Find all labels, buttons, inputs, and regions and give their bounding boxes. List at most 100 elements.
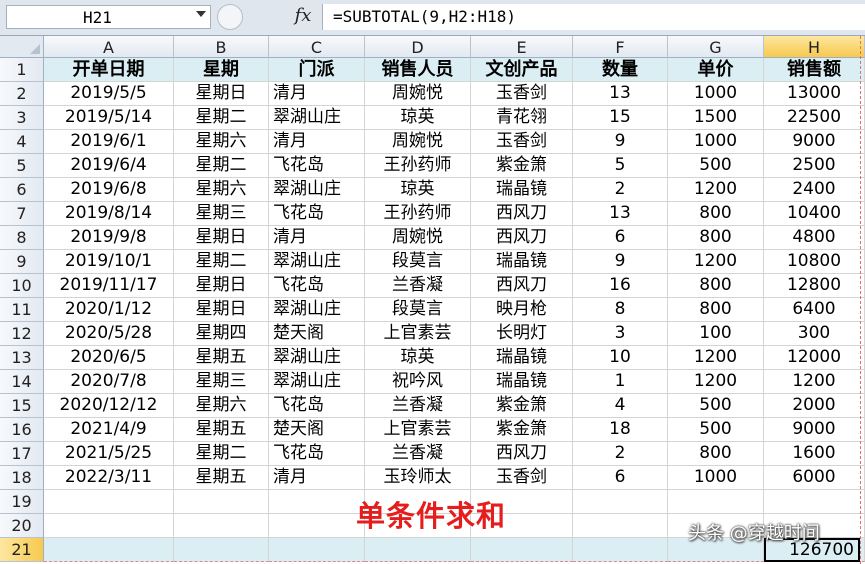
data-cell[interactable]: 2020/12/12	[44, 394, 174, 418]
data-cell[interactable]: 星期日	[174, 82, 269, 106]
cell[interactable]	[174, 490, 269, 514]
column-header-c[interactable]: C	[269, 36, 365, 58]
data-cell[interactable]: 飞花岛	[269, 154, 365, 178]
header-cell[interactable]: 单价	[668, 58, 764, 82]
header-cell[interactable]: 文创产品	[471, 58, 573, 82]
data-cell[interactable]: 星期日	[174, 226, 269, 250]
data-cell[interactable]: 18	[573, 418, 668, 442]
data-cell[interactable]: 清月	[269, 82, 365, 106]
row-header[interactable]: 9	[0, 250, 44, 274]
data-cell[interactable]: 段莫言	[365, 250, 471, 274]
chevron-down-icon[interactable]	[196, 11, 206, 17]
data-cell[interactable]: 2019/6/8	[44, 178, 174, 202]
data-cell[interactable]: 2019/6/4	[44, 154, 174, 178]
data-cell[interactable]: 2019/11/17	[44, 274, 174, 298]
data-cell[interactable]: 2020/7/8	[44, 370, 174, 394]
data-cell[interactable]: 星期日	[174, 298, 269, 322]
cell[interactable]	[573, 490, 668, 514]
data-cell[interactable]: 星期三	[174, 370, 269, 394]
data-cell[interactable]: 星期六	[174, 178, 269, 202]
column-header-g[interactable]: G	[668, 36, 764, 58]
data-cell[interactable]: 9	[573, 250, 668, 274]
cell[interactable]	[44, 514, 174, 538]
data-cell[interactable]: 星期三	[174, 202, 269, 226]
data-cell[interactable]: 兰香凝	[365, 442, 471, 466]
select-all-corner[interactable]	[0, 36, 44, 58]
data-cell[interactable]: 紫金箫	[471, 394, 573, 418]
data-cell[interactable]: 6	[573, 466, 668, 490]
column-header-f[interactable]: F	[573, 36, 668, 58]
data-cell[interactable]: 飞花岛	[269, 394, 365, 418]
data-cell[interactable]: 2019/10/1	[44, 250, 174, 274]
data-cell[interactable]: 清月	[269, 130, 365, 154]
data-cell[interactable]: 周婉悦	[365, 82, 471, 106]
data-cell[interactable]: 瑞晶镜	[471, 346, 573, 370]
data-cell[interactable]: 6	[573, 226, 668, 250]
header-cell[interactable]: 门派	[269, 58, 365, 82]
data-cell[interactable]: 4800	[764, 226, 865, 250]
data-cell[interactable]: 300	[764, 322, 865, 346]
data-cell[interactable]: 2019/8/14	[44, 202, 174, 226]
data-cell[interactable]: 1200	[668, 370, 764, 394]
data-cell[interactable]: 西风刀	[471, 274, 573, 298]
formula-bar-resize-handle[interactable]	[217, 4, 243, 30]
data-cell[interactable]: 段莫言	[365, 298, 471, 322]
data-cell[interactable]: 兰香凝	[365, 394, 471, 418]
data-cell[interactable]: 2000	[764, 394, 865, 418]
data-cell[interactable]: 1500	[668, 106, 764, 130]
data-cell[interactable]: 10	[573, 346, 668, 370]
data-cell[interactable]: 3	[573, 322, 668, 346]
header-cell[interactable]: 销售人员	[365, 58, 471, 82]
data-cell[interactable]: 16	[573, 274, 668, 298]
row-header[interactable]: 20	[0, 514, 44, 538]
data-cell[interactable]: 2019/5/5	[44, 82, 174, 106]
row-header[interactable]: 10	[0, 274, 44, 298]
data-cell[interactable]: 2500	[764, 154, 865, 178]
data-cell[interactable]: 兰香凝	[365, 274, 471, 298]
data-cell[interactable]: 2020/5/28	[44, 322, 174, 346]
data-cell[interactable]: 周婉悦	[365, 130, 471, 154]
row-header[interactable]: 16	[0, 418, 44, 442]
subtotal-row-cell[interactable]	[174, 538, 269, 562]
cell[interactable]	[269, 514, 365, 538]
data-cell[interactable]: 5	[573, 154, 668, 178]
data-cell[interactable]: 西风刀	[471, 202, 573, 226]
cell[interactable]	[764, 490, 865, 514]
data-cell[interactable]: 翠湖山庄	[269, 178, 365, 202]
row-header[interactable]: 21	[0, 538, 44, 562]
name-box[interactable]: H21	[6, 5, 211, 29]
data-cell[interactable]: 映月枪	[471, 298, 573, 322]
row-header[interactable]: 14	[0, 370, 44, 394]
data-cell[interactable]: 2	[573, 442, 668, 466]
row-header[interactable]: 12	[0, 322, 44, 346]
data-cell[interactable]: 4	[573, 394, 668, 418]
data-cell[interactable]: 1200	[668, 250, 764, 274]
data-cell[interactable]: 500	[668, 154, 764, 178]
data-cell[interactable]: 星期日	[174, 274, 269, 298]
data-cell[interactable]: 1600	[764, 442, 865, 466]
data-cell[interactable]: 楚天阁	[269, 418, 365, 442]
data-cell[interactable]: 6400	[764, 298, 865, 322]
data-cell[interactable]: 13	[573, 82, 668, 106]
data-cell[interactable]: 长明灯	[471, 322, 573, 346]
data-cell[interactable]: 清月	[269, 226, 365, 250]
column-header-a[interactable]: A	[44, 36, 174, 58]
column-header-b[interactable]: B	[174, 36, 269, 58]
subtotal-row-cell[interactable]	[365, 538, 471, 562]
row-header[interactable]: 18	[0, 466, 44, 490]
data-cell[interactable]: 13000	[764, 82, 865, 106]
data-cell[interactable]: 6000	[764, 466, 865, 490]
data-cell[interactable]: 星期二	[174, 106, 269, 130]
data-cell[interactable]: 翠湖山庄	[269, 250, 365, 274]
data-cell[interactable]: 王孙药师	[365, 154, 471, 178]
data-cell[interactable]: 800	[668, 226, 764, 250]
cell[interactable]	[668, 490, 764, 514]
data-cell[interactable]: 西风刀	[471, 226, 573, 250]
data-cell[interactable]: 9000	[764, 418, 865, 442]
data-cell[interactable]: 1000	[668, 466, 764, 490]
subtotal-row-cell[interactable]	[471, 538, 573, 562]
data-cell[interactable]: 2019/6/1	[44, 130, 174, 154]
subtotal-row-cell[interactable]	[573, 538, 668, 562]
data-cell[interactable]: 1000	[668, 82, 764, 106]
data-cell[interactable]: 清月	[269, 466, 365, 490]
